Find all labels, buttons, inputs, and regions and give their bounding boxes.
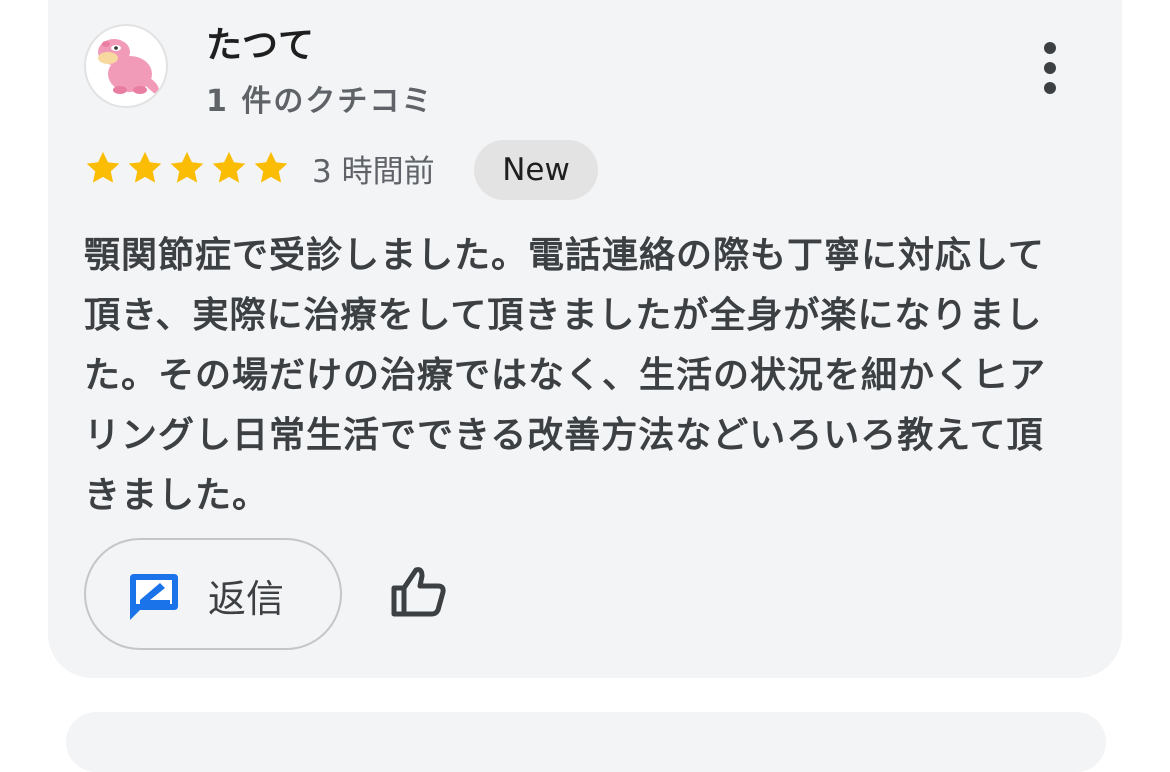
star-icon	[254, 151, 288, 183]
star-rating	[84, 148, 290, 188]
star-icon	[128, 151, 162, 183]
reply-button[interactable]: 返信	[84, 538, 342, 650]
more-vertical-icon	[1044, 42, 1056, 54]
avatar[interactable]	[84, 24, 168, 108]
like-button[interactable]	[388, 562, 448, 622]
new-badge: New	[474, 140, 598, 200]
reply-label: 返信	[208, 577, 285, 621]
author-name[interactable]: たつて	[206, 16, 314, 68]
star-icon	[212, 151, 246, 183]
slowpoke-avatar-icon	[98, 39, 161, 98]
review-count: 1 件のクチコミ	[206, 84, 434, 119]
next-review-card	[66, 712, 1106, 772]
review-time: 3 時間前	[312, 154, 435, 190]
more-options-button[interactable]	[1024, 38, 1076, 98]
star-icon	[170, 151, 204, 183]
thumbs-up-icon	[391, 567, 446, 617]
star-icon	[86, 151, 120, 183]
reply-edit-icon	[130, 574, 178, 620]
review-text: 顎関節症で受診しました。電話連絡の際も丁寧に対応して頂き、実際に治療をして頂きま…	[84, 235, 1047, 516]
